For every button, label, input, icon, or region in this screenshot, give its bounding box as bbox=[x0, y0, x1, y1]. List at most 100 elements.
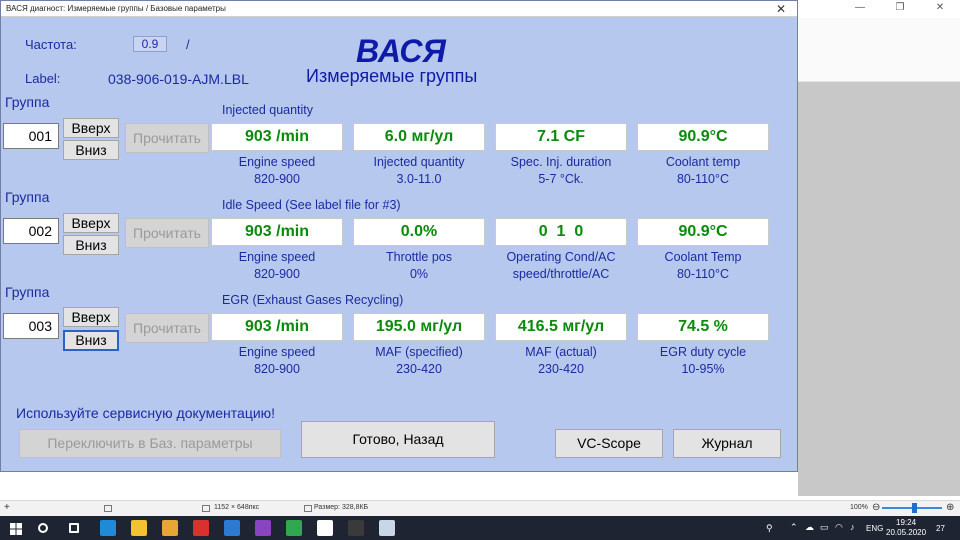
clock-time[interactable]: 19:24 bbox=[896, 518, 916, 527]
group-down-button[interactable]: Вниз bbox=[63, 235, 119, 255]
cell-name: Spec. Inj. duration bbox=[510, 155, 612, 169]
cell-name: Coolant temp bbox=[665, 155, 741, 169]
vasya-window: ВАСЯ диагност: Измеряемые группы / Базов… bbox=[0, 0, 798, 472]
zoom-in-icon[interactable]: ⊕ bbox=[946, 502, 954, 513]
paint-icon[interactable] bbox=[379, 520, 395, 536]
cell-range: 820-900 bbox=[254, 267, 300, 281]
label-file-label: Label: bbox=[25, 71, 61, 86]
zoom-slider-handle[interactable] bbox=[912, 503, 917, 513]
display-icon bbox=[104, 505, 112, 512]
value-cell: 90.9°C bbox=[637, 218, 769, 246]
file-size-text: Размер: 328,8КБ bbox=[314, 504, 369, 511]
value-cell: 0 1 0 bbox=[495, 218, 627, 246]
save-icon[interactable] bbox=[255, 520, 271, 536]
volume-icon[interactable]: ♪ bbox=[850, 522, 855, 532]
value-cell: 90.9°C bbox=[637, 123, 769, 151]
read-button[interactable]: Прочитать bbox=[125, 313, 209, 343]
add-icon[interactable]: + bbox=[4, 502, 10, 513]
gift-icon[interactable] bbox=[193, 520, 209, 536]
cloud-icon[interactable]: ☁ bbox=[805, 522, 814, 533]
value-cell: 416.5 мг/ул bbox=[495, 313, 627, 341]
value-cell: 903 /min bbox=[211, 313, 343, 341]
cell-name: EGR duty cycle bbox=[659, 345, 747, 359]
cell-range: 80-110°C bbox=[676, 267, 730, 281]
done-back-button[interactable]: Готово, Назад bbox=[301, 421, 495, 458]
group-label: Группа bbox=[5, 284, 50, 300]
value-cell: 903 /min bbox=[211, 123, 343, 151]
cell-range: 5-7 °Ck. bbox=[538, 172, 584, 186]
group-up-button[interactable]: Вверх bbox=[63, 213, 119, 233]
group-caption: Idle Speed (See label file for #3) bbox=[222, 198, 401, 212]
cell-range: 230-420 bbox=[538, 362, 584, 376]
cell-name: Engine speed bbox=[238, 345, 316, 359]
clock-date[interactable]: 20.05.2020 bbox=[886, 528, 926, 537]
basic-params-button[interactable]: Переключить в Баз. параметры bbox=[19, 429, 281, 458]
window-title: ВАСЯ диагност: Измеряемые группы / Базов… bbox=[6, 4, 226, 13]
close-icon[interactable]: ✕ bbox=[769, 1, 793, 17]
close-icon[interactable]: ✕ bbox=[920, 0, 960, 16]
group-down-button[interactable]: Вниз bbox=[63, 140, 119, 160]
chrome-icon[interactable] bbox=[286, 520, 302, 536]
vc-scope-button[interactable]: VC-Scope bbox=[555, 429, 663, 458]
cell-range: 10-95% bbox=[681, 362, 725, 376]
cell-range: 0% bbox=[409, 267, 429, 281]
image-size-text: 1152 × 648пкс bbox=[214, 504, 260, 511]
label-file-name: 038-906-019-AJM.LBL bbox=[108, 71, 249, 87]
notifications-badge[interactable]: 27 bbox=[936, 524, 945, 533]
zoom-level: 100% bbox=[850, 504, 868, 511]
cell-range: 230-420 bbox=[396, 362, 442, 376]
restore-icon[interactable]: ❐ bbox=[880, 0, 920, 16]
vasya-titlebar: ВАСЯ диагност: Измеряемые группы / Базов… bbox=[1, 1, 797, 17]
cell-range: speed/throttle/AC bbox=[512, 267, 610, 281]
network-icon[interactable]: ▭ bbox=[820, 522, 829, 533]
wifi-icon[interactable]: ◠ bbox=[835, 522, 843, 533]
store-icon[interactable] bbox=[162, 520, 178, 536]
read-button[interactable]: Прочитать bbox=[125, 123, 209, 153]
explorer-icon[interactable] bbox=[131, 520, 147, 536]
cell-range: 820-900 bbox=[254, 362, 300, 376]
cell-name: Operating Cond/AC bbox=[506, 250, 616, 264]
frequency-slash: / bbox=[186, 37, 190, 52]
cell-range: 80-110°C bbox=[676, 172, 730, 186]
read-button[interactable]: Прочитать bbox=[125, 218, 209, 248]
group-label: Группа bbox=[5, 189, 50, 205]
background-image-canvas bbox=[798, 82, 960, 496]
start-icon[interactable] bbox=[10, 522, 22, 535]
background-window-buttons: — ❐ ✕ bbox=[840, 0, 960, 16]
background-titlebar: — ❐ ✕ bbox=[798, 0, 960, 16]
group-number-input[interactable]: 001 bbox=[3, 123, 59, 149]
search-icon[interactable] bbox=[38, 523, 48, 533]
zoom-out-icon[interactable]: ⊖ bbox=[872, 502, 880, 513]
value-cell: 6.0 мг/ул bbox=[353, 123, 485, 151]
image-size-icon bbox=[202, 505, 210, 512]
people-icon[interactable]: ⚲ bbox=[766, 523, 773, 534]
value-cell: 7.1 CF bbox=[495, 123, 627, 151]
cell-name: Engine speed bbox=[238, 250, 316, 264]
group-label: Группа bbox=[5, 94, 50, 110]
group-up-button[interactable]: Вверх bbox=[63, 118, 119, 138]
value-cell: 195.0 мг/ул bbox=[353, 313, 485, 341]
value-cell: 903 /min bbox=[211, 218, 343, 246]
cell-range: 820-900 bbox=[254, 172, 300, 186]
language-indicator[interactable]: ENG bbox=[866, 524, 883, 533]
minimize-icon[interactable]: — bbox=[840, 0, 880, 16]
value-cell: 0.0% bbox=[353, 218, 485, 246]
value-cell: 74.5 % bbox=[637, 313, 769, 341]
group-down-button[interactable]: Вниз bbox=[63, 330, 119, 351]
mail-icon[interactable] bbox=[224, 520, 240, 536]
task-view-icon[interactable] bbox=[69, 523, 79, 533]
group-up-button[interactable]: Вверх bbox=[63, 307, 119, 327]
cell-name: Throttle pos bbox=[385, 250, 452, 264]
frequency-label: Частота: bbox=[25, 37, 77, 52]
group-caption: Injected quantity bbox=[222, 103, 314, 117]
settings-icon[interactable] bbox=[317, 520, 333, 536]
group-number-input[interactable]: 002 bbox=[3, 218, 59, 244]
journal-button[interactable]: Журнал bbox=[673, 429, 781, 458]
background-status-bar: + 1152 × 648пкс Размер: 328,8КБ 100% ⊖ ⊕ bbox=[0, 500, 960, 516]
group-caption: EGR (Exhaust Gases Recycling) bbox=[222, 293, 404, 307]
group-number-input[interactable]: 003 bbox=[3, 313, 59, 339]
chevron-up-icon[interactable]: ⌃ bbox=[790, 522, 798, 533]
cell-name: Engine speed bbox=[238, 155, 316, 169]
vasya-icon[interactable] bbox=[348, 520, 364, 536]
edge-icon[interactable] bbox=[100, 520, 116, 536]
